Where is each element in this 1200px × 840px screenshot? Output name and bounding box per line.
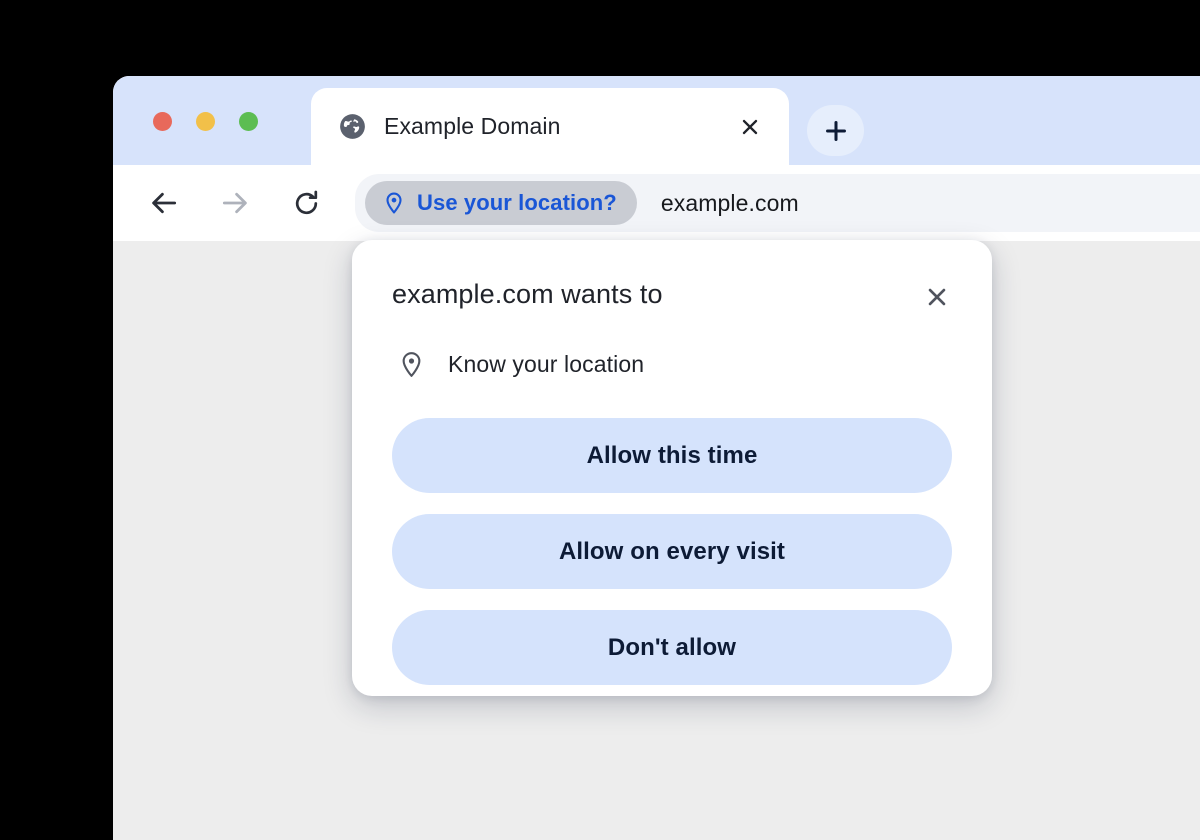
tab-title: Example Domain xyxy=(384,113,561,139)
plus-icon xyxy=(825,120,846,141)
location-permission-dialog: example.com wants to Know your location … xyxy=(352,240,992,696)
tab-example-domain[interactable]: Example Domain xyxy=(311,88,789,165)
permission-label: Know your location xyxy=(448,351,645,377)
globe-icon xyxy=(340,114,365,139)
browser-toolbar: Use your location? example.com xyxy=(113,165,1200,241)
close-icon xyxy=(928,288,946,306)
allow-on-every-visit-button[interactable]: Allow on every visit xyxy=(392,514,952,589)
allow-this-time-button[interactable]: Allow this time xyxy=(392,418,952,493)
window-controls xyxy=(153,112,258,131)
forward-button xyxy=(212,180,258,226)
screen: Example Domain Use your location? exampl… xyxy=(0,0,1200,840)
new-tab-button[interactable] xyxy=(807,105,864,156)
dialog-title: example.com wants to xyxy=(392,279,663,309)
dont-allow-button[interactable]: Don't allow xyxy=(392,610,952,685)
url-text: example.com xyxy=(660,189,799,216)
permission-item-location: Know your location xyxy=(392,350,952,379)
location-pin-icon xyxy=(402,352,421,377)
address-bar[interactable]: Use your location? example.com xyxy=(355,174,1200,232)
arrow-left-icon xyxy=(152,192,177,214)
location-pin-icon xyxy=(386,192,402,214)
back-button[interactable] xyxy=(141,180,187,226)
dialog-header: example.com wants to xyxy=(392,278,952,314)
maximize-window-button[interactable] xyxy=(239,112,258,131)
reload-button[interactable] xyxy=(283,180,329,226)
reload-icon xyxy=(295,190,317,214)
dialog-close-button[interactable] xyxy=(920,280,954,314)
tab-strip: Example Domain xyxy=(113,76,1200,165)
close-window-button[interactable] xyxy=(153,112,172,131)
minimize-window-button[interactable] xyxy=(196,112,215,131)
close-icon xyxy=(742,119,758,134)
permission-chip-label: Use your location? xyxy=(417,190,617,215)
location-permission-chip[interactable]: Use your location? xyxy=(365,181,637,225)
tab-close-button[interactable] xyxy=(735,112,765,142)
arrow-right-icon xyxy=(222,192,247,214)
dialog-actions: Allow this time Allow on every visit Don… xyxy=(392,418,952,685)
